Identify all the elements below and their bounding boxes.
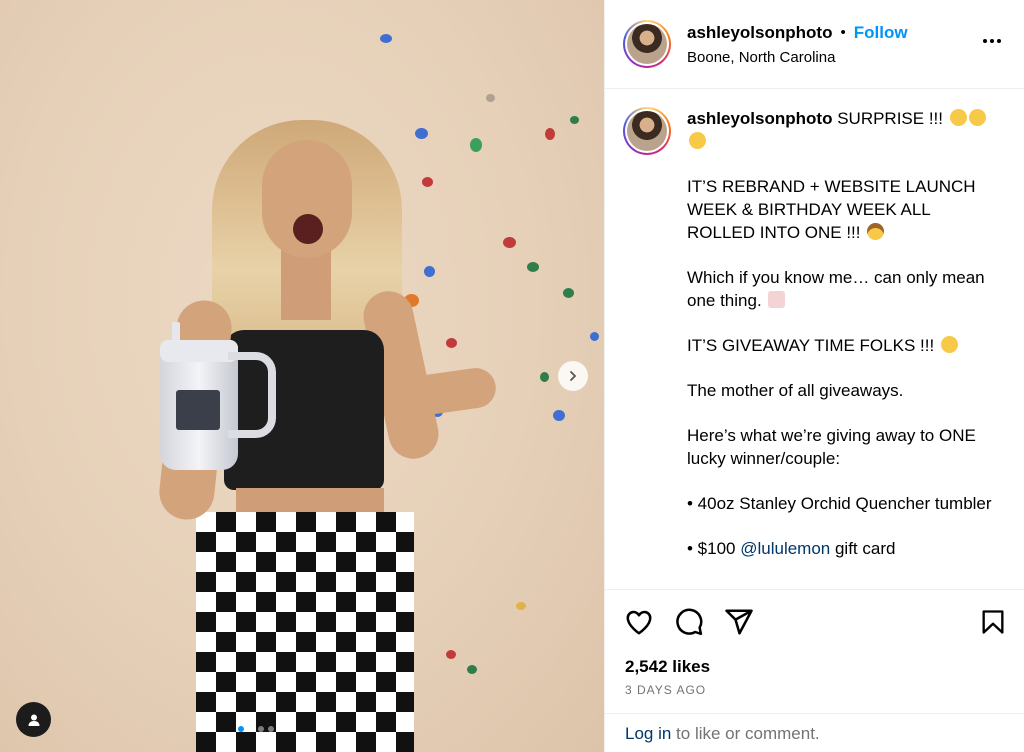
teary-face-emoji-icon: [940, 336, 958, 353]
user-icon: [28, 714, 39, 726]
post-photo[interactable]: [0, 0, 604, 752]
tumbler-label: [176, 390, 220, 430]
caption-line-suffix: gift card: [830, 539, 896, 558]
avatar[interactable]: [623, 20, 671, 68]
confetti: [446, 338, 457, 348]
person-neck: [281, 250, 331, 320]
caption-paragraph: Which if you know me… can only mean one …: [687, 268, 985, 310]
partying-face-emoji-icon: [949, 109, 967, 126]
carousel-dot: [248, 726, 254, 732]
instagram-post: ashleyolsonphoto • Follow Boone, North C…: [0, 0, 1024, 752]
separator-dot: •: [840, 24, 846, 41]
confetti: [527, 262, 539, 272]
login-prompt: Log in to like or comment.: [605, 713, 1024, 752]
confetti: [503, 237, 516, 248]
partying-face-emoji-icon: [968, 109, 986, 126]
carousel-dot: [268, 726, 274, 732]
more-horizontal-icon: [983, 39, 1001, 43]
tumbler-handle: [228, 352, 276, 438]
person-mouth: [293, 214, 323, 244]
heart-icon: [626, 610, 652, 634]
bookmark-icon: [982, 609, 1004, 634]
comment-icon: [676, 608, 703, 635]
caption-avatar[interactable]: [623, 107, 671, 155]
carousel-indicator: [238, 726, 284, 732]
caption-paragraph: Here’s what we’re giving away to ONE luc…: [687, 426, 976, 468]
login-link[interactable]: Log in: [625, 724, 671, 743]
carousel-dot-active: [238, 726, 244, 732]
chevron-right-icon: [570, 371, 577, 381]
confetti: [545, 128, 555, 140]
likes-count[interactable]: 2,542 likes: [625, 657, 710, 677]
caption-paragraph: The mother of all giveaways.: [687, 381, 904, 400]
confetti: [590, 332, 599, 341]
confetti: [380, 34, 392, 43]
post-header: ashleyolsonphoto • Follow Boone, North C…: [605, 0, 1024, 89]
cake-emoji-icon: [768, 291, 786, 308]
post-date: 3 DAYS AGO: [625, 683, 707, 697]
caption-paragraph: • 40oz Stanley Orchid Quencher tumbler: [687, 494, 992, 513]
partying-face-emoji-icon: [689, 132, 706, 149]
tumbler-lid: [160, 340, 238, 362]
login-text: to like or comment.: [671, 724, 820, 743]
action-bar: [605, 589, 1024, 653]
checkered-pants: [196, 512, 414, 752]
caption-line-prefix: • $100: [687, 539, 741, 558]
confetti: [563, 288, 574, 298]
confetti: [467, 665, 477, 674]
caption-body: ashleyolsonphoto SURPRISE !!! IT’S REBRA…: [687, 107, 997, 587]
carousel-dot: [258, 726, 264, 732]
more-options-button[interactable]: [980, 29, 1004, 59]
confetti: [415, 128, 428, 139]
post-side-panel: ashleyolsonphoto • Follow Boone, North C…: [604, 0, 1024, 752]
confetti: [470, 138, 482, 152]
cowboy-face-emoji-icon: [867, 223, 885, 240]
confetti: [553, 410, 565, 421]
comment-button[interactable]: [673, 606, 705, 638]
share-icon: [725, 609, 753, 634]
mention-link[interactable]: @lululemon: [740, 539, 830, 558]
save-button[interactable]: [977, 606, 1009, 638]
caption-first-line: SURPRISE !!!: [837, 109, 944, 128]
confetti: [422, 177, 433, 187]
confetti: [570, 116, 579, 124]
follow-button[interactable]: Follow: [854, 23, 908, 43]
location-link[interactable]: Boone, North Carolina: [687, 49, 980, 66]
share-button[interactable]: [723, 606, 755, 638]
carousel-dot: [278, 726, 284, 732]
like-button[interactable]: [623, 606, 655, 638]
confetti: [424, 266, 435, 277]
caption-paragraph: IT’S GIVEAWAY TIME FOLKS !!!: [687, 336, 935, 355]
confetti: [446, 650, 456, 659]
caption: ashleyolsonphoto SURPRISE !!! IT’S REBRA…: [605, 89, 1024, 587]
header-username[interactable]: ashleyolsonphoto: [687, 23, 832, 43]
caption-username[interactable]: ashleyolsonphoto: [687, 109, 832, 128]
tagged-users-button[interactable]: [16, 702, 51, 737]
confetti: [540, 372, 549, 382]
caption-paragraph: IT’S REBRAND + WEBSITE LAUNCH WEEK & BIR…: [687, 177, 976, 242]
next-photo-button[interactable]: [558, 361, 588, 391]
confetti: [516, 602, 526, 610]
confetti: [486, 94, 495, 102]
